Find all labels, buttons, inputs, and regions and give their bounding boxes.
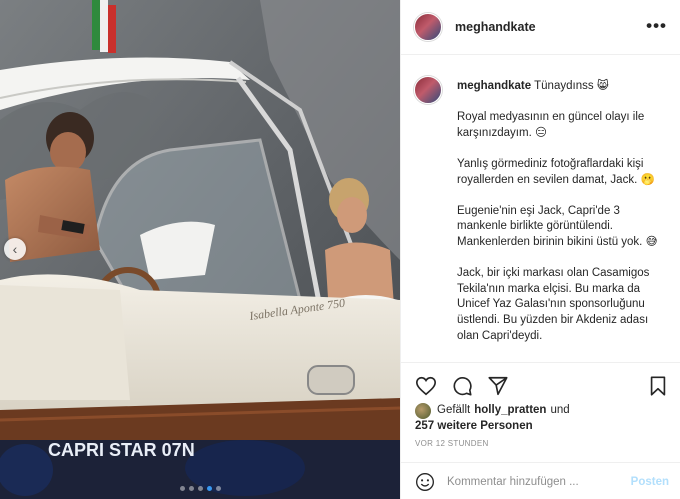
chevron-left-icon: ‹ bbox=[12, 241, 18, 257]
caption-paragraph: Yanlış görmediniz fotoğraflardaki kişi r… bbox=[457, 157, 655, 186]
carousel-dot bbox=[179, 486, 185, 491]
carousel-dot bbox=[188, 486, 194, 491]
author-avatar[interactable] bbox=[414, 13, 442, 41]
post-photo[interactable]: Isabella Aponte 750 CAPRI STAR 07N ‹ bbox=[0, 0, 400, 499]
post-comment-button[interactable]: Posten bbox=[631, 476, 669, 488]
liker-avatar[interactable] bbox=[415, 403, 431, 419]
carousel-dot bbox=[215, 486, 221, 491]
post-sidebar: meghandkate ••• meghandkate Tünaydınss 😸… bbox=[400, 0, 680, 499]
caption-avatar[interactable] bbox=[414, 76, 442, 104]
post-timestamp[interactable]: VOR 12 STUNDEN bbox=[415, 439, 489, 448]
caption-paragraph: Jack, bir içki markası olan Casamigos Te… bbox=[457, 267, 650, 342]
comment-bar: Posten bbox=[401, 462, 680, 499]
likes-conjunction: und bbox=[550, 404, 570, 416]
previous-slide-button[interactable]: ‹ bbox=[4, 238, 26, 260]
caption-username[interactable]: meghandkate bbox=[457, 80, 531, 92]
action-icons bbox=[415, 375, 509, 397]
caption-greeting: Tünaydınss 😸 bbox=[534, 80, 609, 92]
share-icon[interactable] bbox=[487, 375, 509, 397]
carousel-dot bbox=[197, 486, 203, 491]
boat-name-text: CAPRI STAR 07N bbox=[48, 440, 195, 460]
caption-area: meghandkate Tünaydınss 😸 Royal medyasını… bbox=[401, 70, 680, 362]
bookmark-icon[interactable] bbox=[647, 375, 669, 397]
comment-icon[interactable] bbox=[451, 375, 473, 397]
carousel-indicator bbox=[0, 486, 400, 491]
emoji-icon[interactable] bbox=[415, 472, 435, 492]
likes-summary: Gefällt holly_pratten und 257 weitere Pe… bbox=[415, 403, 655, 434]
comment-input[interactable] bbox=[447, 475, 617, 488]
caption-paragraph: Eugenie'nin eşi Jack, Capri'de 3 mankenl… bbox=[457, 204, 658, 248]
post-header: meghandkate ••• bbox=[401, 0, 680, 55]
carousel-dot-active bbox=[206, 486, 212, 491]
post-actions: Gefällt holly_pratten und 257 weitere Pe… bbox=[401, 362, 680, 499]
heart-icon[interactable] bbox=[415, 375, 437, 397]
author-username[interactable]: meghandkate bbox=[455, 20, 536, 34]
liker-username[interactable]: holly_pratten bbox=[474, 403, 546, 419]
likes-others-link[interactable]: 257 weitere Personen bbox=[415, 419, 655, 434]
more-horizontal-icon[interactable]: ••• bbox=[646, 16, 667, 36]
boat-photo-image: Isabella Aponte 750 CAPRI STAR 07N bbox=[0, 0, 400, 499]
caption-paragraph: Royal medyasının en güncel olayı ile kar… bbox=[457, 111, 645, 139]
likes-prefix: Gefällt bbox=[437, 404, 471, 416]
caption-text: meghandkate Tünaydınss 😸 Royal medyasını… bbox=[457, 79, 667, 360]
